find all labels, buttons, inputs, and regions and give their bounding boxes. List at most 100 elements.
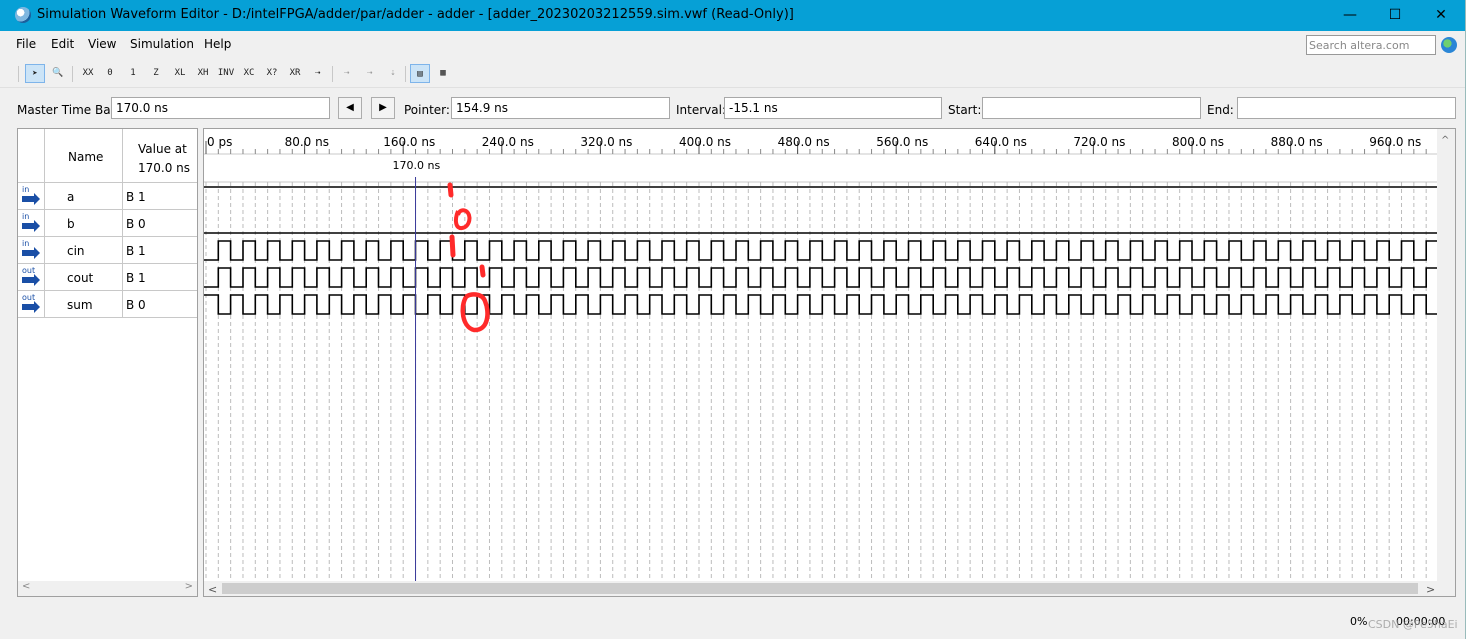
toolbar: ➤ 🔍 XX 0 1 Z XL XH INV XC X? XR ⇢ ⇢ ⇢ ⇣ … (0, 60, 1465, 88)
signal-value: B 1 (126, 244, 146, 258)
signal-name: cout (67, 271, 94, 285)
ruler-tick-label: 880.0 ns (1271, 135, 1323, 149)
zoom-icon[interactable]: 🔍 (48, 64, 68, 83)
ruler-tick-label: 0 ps (207, 135, 232, 149)
forcing-unknown-icon[interactable]: XX (78, 64, 98, 83)
end-label: End: (1207, 103, 1234, 117)
menu-view[interactable]: View (88, 37, 116, 51)
random-value-icon[interactable]: XR (285, 64, 305, 83)
master-time-bar-field[interactable]: 170.0 ns (111, 97, 330, 119)
menu-help[interactable]: Help (204, 37, 231, 51)
waveform-panel[interactable]: 0 ps 80.0 ns 160.0 ns 240.0 ns 320.0 ns 400.0… (203, 128, 1456, 597)
start-label: Start: (948, 103, 982, 117)
ruler-tick-label: 320.0 ns (580, 135, 632, 149)
menu-simulation[interactable]: Simulation (130, 37, 194, 51)
signal-list-panel: Name Value at 170.0 ns in a B 1 in b B 0… (17, 128, 198, 597)
search-input[interactable]: Search altera.com (1306, 35, 1436, 55)
ungroup-icon[interactable]: ⇢ (360, 64, 380, 83)
menu-edit[interactable]: Edit (51, 37, 74, 51)
waveform-cout (204, 267, 1437, 288)
vertical-scrollbar (1437, 129, 1455, 581)
scroll-right-icon[interactable]: > (185, 581, 193, 592)
quartus-app-icon (15, 7, 31, 23)
signal-row-a[interactable]: in a B 1 (18, 183, 197, 210)
name-column-header[interactable]: Name (68, 150, 103, 164)
scroll-left-icon[interactable]: < (22, 581, 30, 592)
watermark: CSDN @Pe5haEi (1368, 618, 1458, 631)
grid-icon[interactable]: ▦ (433, 64, 453, 83)
waveform-canvas[interactable]: 0 ps 80.0 ns 160.0 ns 240.0 ns 320.0 ns 400.0… (204, 129, 1455, 596)
pointer-label: Pointer: (404, 103, 450, 117)
left-horizontal-scrollbar[interactable]: < > (18, 581, 197, 596)
waveform-cin (204, 240, 1437, 261)
signal-row-cin[interactable]: in cin B 1 (18, 237, 197, 264)
signal-row-cout[interactable]: out cout B 1 (18, 264, 197, 291)
arbitrary-value-icon[interactable]: ⇢ (308, 64, 328, 83)
signal-name: sum (67, 298, 93, 312)
close-button[interactable]: ✕ (1418, 0, 1464, 31)
start-field (982, 97, 1201, 119)
annotation-mark (449, 234, 456, 258)
annotation-zero (453, 208, 472, 231)
row-divider (18, 317, 197, 318)
ruler-tick-label: 560.0 ns (876, 135, 928, 149)
ruler-tick-label: 640.0 ns (975, 135, 1027, 149)
signal-direction: in (22, 239, 30, 248)
toolbar-separator (332, 66, 333, 82)
invert-icon[interactable]: INV (216, 64, 236, 83)
master-time-bar-label: 170.0 ns (393, 159, 441, 172)
signal-value: B 0 (126, 298, 146, 312)
annotation-zero (460, 292, 490, 333)
value-column-header[interactable]: Value at 170.0 ns (138, 140, 190, 178)
next-transition-button[interactable]: ▶ (371, 97, 395, 119)
overwrite-clock-icon[interactable]: ▤ (410, 64, 430, 83)
ruler-tick-label: 720.0 ns (1073, 135, 1125, 149)
clock-icon[interactable]: X? (262, 64, 282, 83)
signal-value: B 1 (126, 190, 146, 204)
menu-file[interactable]: File (16, 37, 36, 51)
menu-bar: File Edit View Simulation Help (0, 31, 1465, 59)
weak-low-icon[interactable]: XL (170, 64, 190, 83)
output-pin-icon (22, 274, 40, 286)
signal-name: cin (67, 244, 85, 258)
ruler-tick-label: 160.0 ns (383, 135, 435, 149)
pointer-field: 154.9 ns (451, 97, 670, 119)
window-title: Simulation Waveform Editor - D:/intelFPG… (37, 7, 794, 22)
globe-icon[interactable] (1441, 37, 1457, 53)
master-time-bar-label: Master Time Bar: (17, 103, 120, 117)
ruler-tick-label: 240.0 ns (482, 135, 534, 149)
signal-value: B 0 (126, 217, 146, 231)
input-pin-icon (22, 220, 40, 232)
toolbar-separator (405, 66, 406, 82)
signal-row-sum[interactable]: out sum B 0 (18, 291, 197, 318)
reverse-group-icon[interactable]: ⇣ (383, 64, 403, 83)
scroll-up-icon: ^ (1441, 135, 1449, 146)
forcing-low-icon[interactable]: 0 (100, 64, 120, 83)
output-pin-icon (22, 301, 40, 313)
ruler-tick-label: 800.0 ns (1172, 135, 1224, 149)
annotation-mark (479, 264, 486, 278)
input-pin-icon (22, 247, 40, 259)
signal-direction: in (22, 212, 30, 221)
count-value-icon[interactable]: XC (239, 64, 259, 83)
end-field (1237, 97, 1456, 119)
toolbar-separator (72, 66, 73, 82)
signal-row-b[interactable]: in b B 0 (18, 210, 197, 237)
minimize-button[interactable]: — (1327, 0, 1373, 31)
previous-transition-button[interactable]: ◀ (338, 97, 362, 119)
signal-name: a (67, 190, 75, 204)
snap-to-grid-icon[interactable]: ⇢ (337, 64, 357, 83)
interval-label: Interval: (676, 103, 726, 117)
high-impedance-icon[interactable]: Z (146, 64, 166, 83)
signal-direction: in (22, 185, 30, 194)
status-bar: 0% 00:00:00 CSDN @Pe5haEi (0, 604, 1465, 639)
ruler-tick-label: 400.0 ns (679, 135, 731, 149)
ruler-tick-label: 960.0 ns (1369, 135, 1421, 149)
maximize-button[interactable]: ☐ (1372, 0, 1418, 31)
weak-high-icon[interactable]: XH (193, 64, 213, 83)
input-pin-icon (22, 193, 40, 205)
forcing-high-icon[interactable]: 1 (123, 64, 143, 83)
annotation-mark (447, 182, 454, 198)
signal-name: b (67, 217, 75, 231)
pointer-icon[interactable]: ➤ (25, 64, 45, 83)
